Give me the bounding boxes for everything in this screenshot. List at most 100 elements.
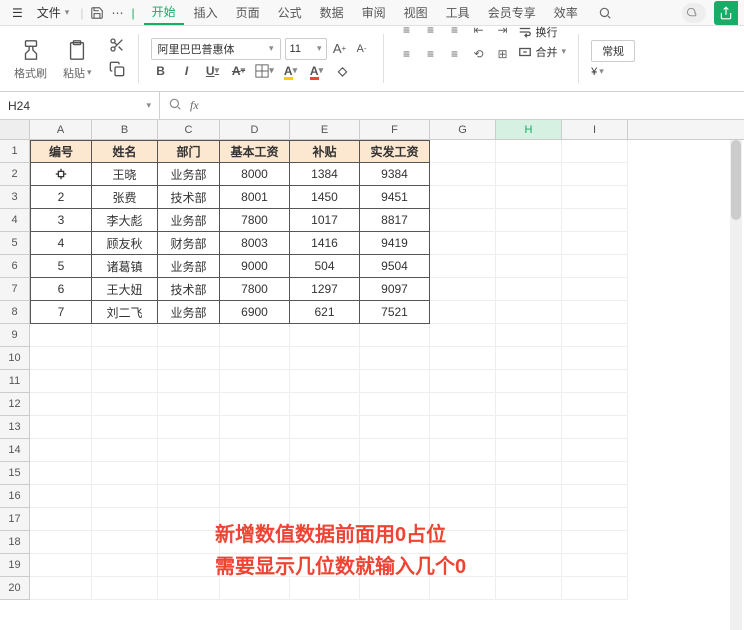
strike-button[interactable]: A▾ [229,62,249,80]
cell[interactable] [220,577,290,600]
row-header[interactable]: 4 [0,209,30,232]
cell[interactable] [496,301,562,324]
table-cell[interactable]: 业务部 [158,255,220,278]
clear-format-button[interactable]: ◇ [333,62,353,80]
column-header[interactable]: G [430,120,496,139]
cell[interactable] [562,531,628,554]
cell[interactable] [92,393,158,416]
table-cell[interactable]: 7800 [220,209,290,232]
cell[interactable] [30,577,92,600]
cell[interactable] [430,439,496,462]
cell[interactable] [220,416,290,439]
row-header[interactable]: 10 [0,347,30,370]
cell[interactable] [220,370,290,393]
table-cell[interactable]: 9384 [360,163,430,186]
more-icon[interactable]: ⋯ [108,4,126,22]
cell[interactable] [562,462,628,485]
ribbon-tab[interactable]: 开始 [144,0,184,25]
table-header-cell[interactable]: 补贴 [290,140,360,163]
table-cell[interactable]: 业务部 [158,209,220,232]
table-cell[interactable]: 7800 [220,278,290,301]
cut-icon[interactable] [108,36,126,54]
table-cell[interactable]: 7521 [360,301,430,324]
row-header[interactable]: 14 [0,439,30,462]
cell[interactable] [360,462,430,485]
row-header[interactable]: 16 [0,485,30,508]
align-middle-icon[interactable]: ≡ [420,19,442,41]
align-center-icon[interactable]: ≡ [420,43,442,65]
column-header[interactable]: B [92,120,158,139]
table-cell[interactable]: 刘二飞 [92,301,158,324]
table-cell[interactable]: 张费 [92,186,158,209]
column-header[interactable]: I [562,120,628,139]
table-cell[interactable]: 1384 [290,163,360,186]
cell[interactable] [562,439,628,462]
save-icon[interactable] [88,4,106,22]
cell[interactable] [220,393,290,416]
cell[interactable] [562,577,628,600]
cell[interactable] [496,163,562,186]
cell[interactable] [158,462,220,485]
table-cell[interactable]: 诸葛镇 [92,255,158,278]
cell[interactable] [290,462,360,485]
cell[interactable] [290,485,360,508]
merge-button[interactable]: 合并▾ [518,44,567,60]
row-header[interactable]: 15 [0,462,30,485]
select-all-corner[interactable] [0,120,30,139]
cell[interactable] [430,462,496,485]
table-cell[interactable]: 9504 [360,255,430,278]
cell[interactable] [562,255,628,278]
table-cell[interactable]: 李大彪 [92,209,158,232]
search-icon[interactable] [596,4,614,22]
cell[interactable] [158,324,220,347]
table-cell[interactable] [30,163,92,186]
cell[interactable] [430,577,496,600]
cell[interactable] [562,370,628,393]
table-cell[interactable]: 顾友秋 [92,232,158,255]
row-header[interactable]: 2 [0,163,30,186]
cell[interactable] [290,577,360,600]
table-cell[interactable]: 1297 [290,278,360,301]
ribbon-tab[interactable]: 数据 [312,1,352,24]
table-cell[interactable]: 8000 [220,163,290,186]
cell[interactable] [92,347,158,370]
file-menu[interactable]: 文件 ▾ [31,2,76,23]
cell[interactable] [562,324,628,347]
fill-color-button[interactable]: A▾ [281,62,301,80]
cell[interactable] [496,393,562,416]
cell[interactable] [92,531,158,554]
cell[interactable] [30,462,92,485]
font-size-select[interactable]: 11▾ [285,38,327,60]
cell[interactable] [92,416,158,439]
cell[interactable] [290,393,360,416]
scrollbar-thumb[interactable] [731,140,741,220]
cell[interactable] [562,186,628,209]
cell[interactable] [496,232,562,255]
decrease-font-icon[interactable]: A- [353,40,371,58]
cell[interactable] [496,485,562,508]
cell[interactable] [430,324,496,347]
font-color-button[interactable]: A▾ [307,62,327,80]
cell[interactable] [220,485,290,508]
italic-button[interactable]: I [177,62,197,80]
cell[interactable] [562,163,628,186]
cell[interactable] [92,485,158,508]
cell[interactable] [158,393,220,416]
ribbon-tab[interactable]: 效率 [546,1,586,24]
cell[interactable] [92,554,158,577]
fx-button[interactable]: fx [190,98,199,113]
cell[interactable] [430,347,496,370]
increase-font-icon[interactable]: A+ [331,40,349,58]
cell[interactable] [290,370,360,393]
distribute-icon[interactable]: ⊞ [492,43,514,65]
cell[interactable] [496,531,562,554]
name-box[interactable]: H24▾ [0,92,160,119]
cell[interactable] [562,393,628,416]
cell[interactable] [562,301,628,324]
table-cell[interactable]: 504 [290,255,360,278]
cell[interactable] [430,255,496,278]
column-header[interactable]: A [30,120,92,139]
cell[interactable] [30,554,92,577]
cell[interactable] [430,232,496,255]
align-top-icon[interactable]: ≡ [396,19,418,41]
